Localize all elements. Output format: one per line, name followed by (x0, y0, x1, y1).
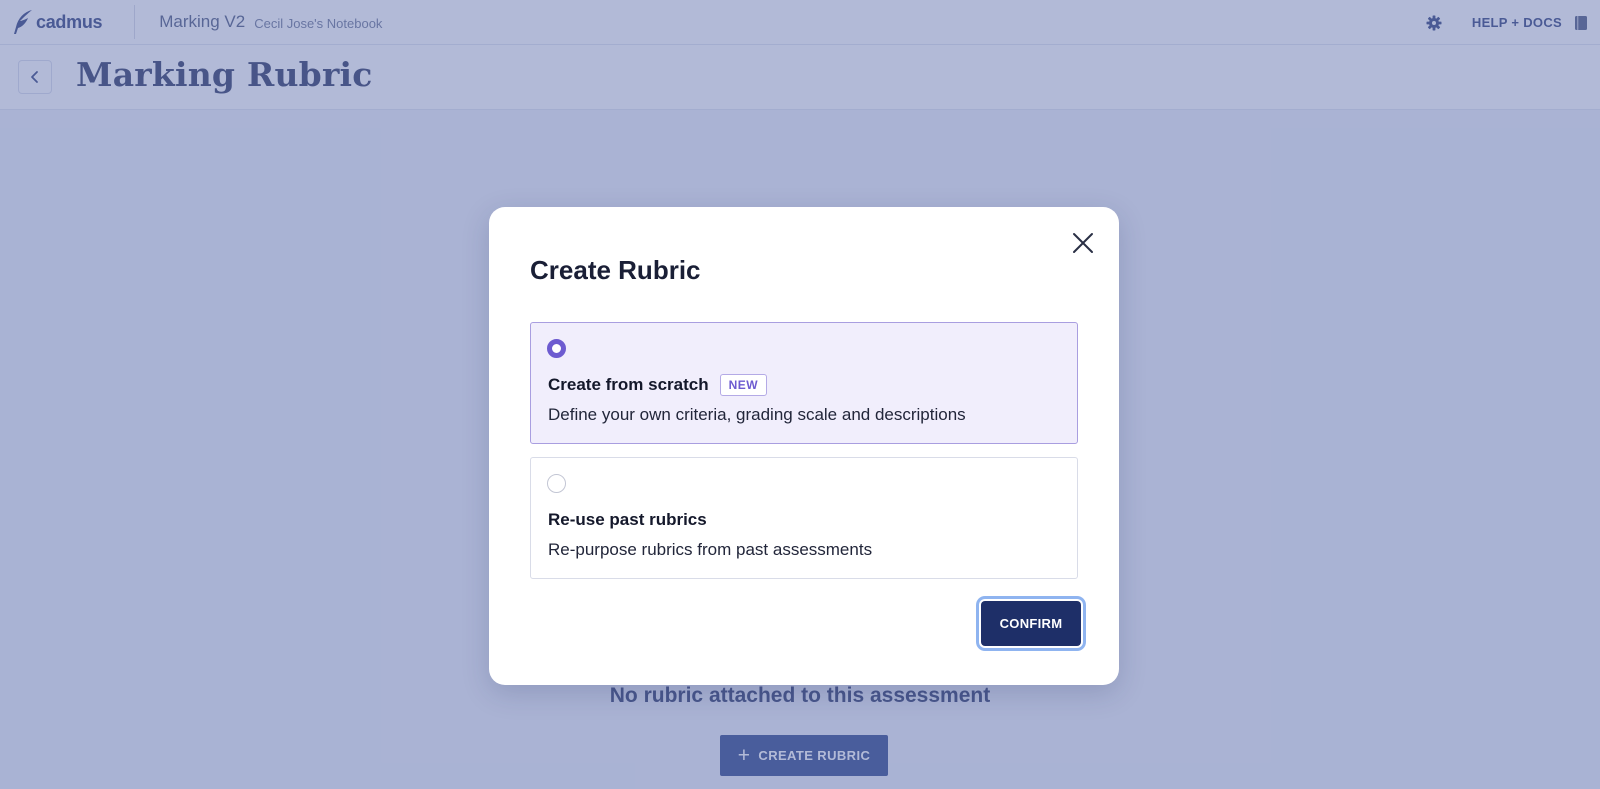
create-rubric-dialog: Create Rubric Create from scratch NEW De… (489, 207, 1119, 685)
option-description: Re-purpose rubrics from past assessments (548, 540, 873, 559)
close-button[interactable] (1069, 229, 1097, 257)
dialog-title: Create Rubric (530, 255, 701, 285)
option-create-from-scratch[interactable]: Create from scratch NEW Define your own … (530, 322, 1078, 444)
close-icon (1073, 233, 1093, 253)
option-title: Re-use past rubrics (548, 508, 707, 532)
radio-reuse-past-rubrics[interactable] (547, 474, 566, 493)
option-title-text: Create from scratch (548, 375, 709, 394)
option-description: Define your own criteria, grading scale … (548, 405, 966, 424)
option-title: Create from scratch NEW (548, 373, 768, 397)
confirm-button[interactable]: CONFIRM (981, 601, 1081, 646)
option-reuse-past-rubrics[interactable]: Re-use past rubrics Re-purpose rubrics f… (530, 457, 1078, 579)
new-badge: NEW (719, 374, 768, 396)
radio-create-from-scratch[interactable] (547, 339, 566, 358)
option-title-text: Re-use past rubrics (548, 510, 707, 529)
